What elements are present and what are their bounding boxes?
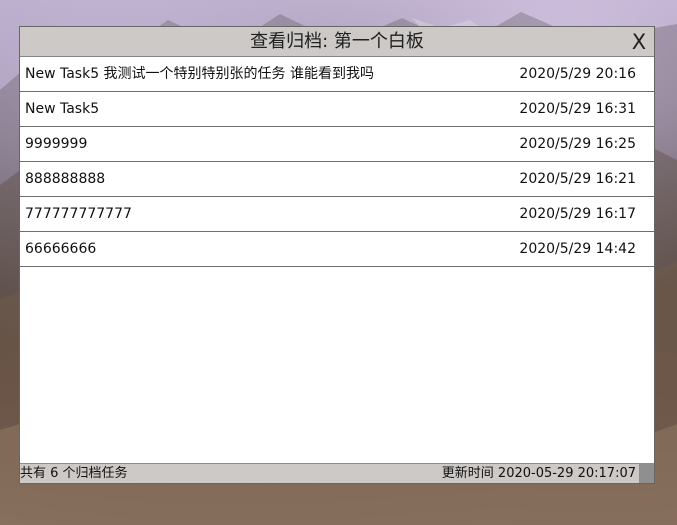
archived-task-time: 2020/5/29 20:16 bbox=[519, 66, 636, 82]
close-button[interactable]: X bbox=[629, 31, 649, 53]
window-title: 查看归档: 第一个白板 bbox=[250, 31, 424, 52]
archived-task-title: New Task5 bbox=[25, 101, 100, 117]
archived-task-row[interactable]: 777777777777 2020/5/29 16:17 bbox=[20, 197, 654, 232]
status-bar: 共有 6 个归档任务 更新时间 2020-05-29 20:17:07 bbox=[20, 463, 654, 483]
archived-task-time: 2020/5/29 16:31 bbox=[519, 101, 636, 117]
archived-task-list: New Task5 我测试一个特别特别张的任务 谁能看到我吗 2020/5/29… bbox=[20, 57, 654, 463]
archive-window: 查看归档: 第一个白板 X New Task5 我测试一个特别特别张的任务 谁能… bbox=[19, 26, 655, 484]
archived-count-text: 共有 6 个归档任务 bbox=[20, 466, 128, 481]
resize-grip[interactable] bbox=[639, 463, 654, 483]
archived-task-title: 777777777777 bbox=[25, 206, 132, 222]
archived-task-row[interactable]: 888888888 2020/5/29 16:21 bbox=[20, 162, 654, 197]
archived-task-title: 9999999 bbox=[25, 136, 88, 152]
archived-task-row[interactable]: New Task5 2020/5/29 16:31 bbox=[20, 92, 654, 127]
archived-task-time: 2020/5/29 16:25 bbox=[519, 136, 636, 152]
archived-task-row[interactable]: 9999999 2020/5/29 16:25 bbox=[20, 127, 654, 162]
window-titlebar[interactable]: 查看归档: 第一个白板 X bbox=[20, 27, 654, 57]
last-updated-text: 更新时间 2020-05-29 20:17:07 bbox=[441, 466, 636, 481]
archived-task-row[interactable]: New Task5 我测试一个特别特别张的任务 谁能看到我吗 2020/5/29… bbox=[20, 57, 654, 92]
archived-task-title: 888888888 bbox=[25, 171, 106, 187]
archived-task-time: 2020/5/29 16:17 bbox=[519, 206, 636, 222]
archived-task-time: 2020/5/29 16:21 bbox=[519, 171, 636, 187]
archived-task-time: 2020/5/29 14:42 bbox=[519, 241, 636, 257]
archived-task-row[interactable]: 66666666 2020/5/29 14:42 bbox=[20, 232, 654, 267]
archived-task-title: 66666666 bbox=[25, 241, 97, 257]
archived-task-title: New Task5 我测试一个特别特别张的任务 谁能看到我吗 bbox=[25, 66, 375, 82]
